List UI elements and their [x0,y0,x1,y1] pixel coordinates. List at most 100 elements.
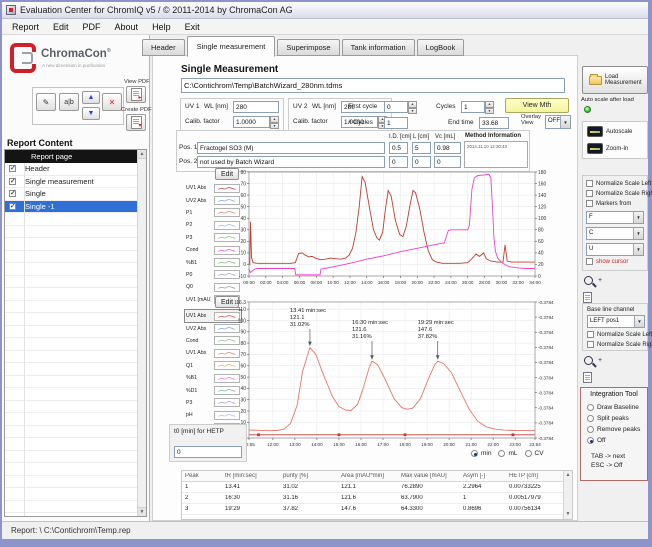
move-down-button[interactable]: ▼ [82,107,100,120]
method-info-box[interactable]: 2014.11.10 12:20:43 [464,141,528,168]
scroll-up-icon[interactable]: ▲ [564,471,572,480]
markers-from-checkbox[interactable]: Markers from [586,200,631,207]
marker-dropdown-f[interactable]: F▼ [586,211,644,224]
peak-table-row-1[interactable]: 113.4131.02121.176.28902.29640.00733225 [182,482,572,493]
first-cycle-spinner[interactable]: ▲▼ [408,101,417,113]
checkbox-icon[interactable] [586,200,593,207]
show-cursor-checkbox[interactable]: show cursor [586,258,628,265]
pos2-column-input[interactable] [197,156,385,168]
channel-row-cond[interactable]: Cond [185,244,241,256]
channel-row-uv2-abs[interactable]: UV2 Abs [185,194,241,206]
report-table-scrollbar[interactable]: ▲▼ [137,150,146,516]
checkbox-icon[interactable] [587,341,594,348]
load-measurement-button[interactable]: Load Measurement [582,66,648,94]
channel-row-uv1-abs[interactable]: UV1 Abs [185,182,241,194]
integration-radio-remove-peaks[interactable]: Remove peaks [587,426,640,433]
report-row-single-measurement[interactable]: Single measurement [5,176,146,189]
uv1-calib-input[interactable] [233,116,270,128]
num-cycles-input[interactable] [384,117,408,129]
cycles-input[interactable] [461,101,485,113]
menu-pdf[interactable]: PDF [76,20,108,34]
menu-help[interactable]: Help [145,20,178,34]
channel-row-p1[interactable]: P1 [185,207,241,219]
checkbox-icon[interactable] [586,190,593,197]
pos2-length-input[interactable] [412,156,431,168]
radio-icon[interactable] [587,404,594,411]
pos1-column-input[interactable] [197,142,385,154]
pos1-id-input[interactable] [389,142,408,154]
marker-dropdown-u[interactable]: U▼ [586,243,644,256]
cycles-spinner[interactable]: ▲▼ [485,101,494,113]
menu-about[interactable]: About [108,20,146,34]
end-time-input[interactable] [479,117,509,129]
scroll-down-icon[interactable]: ▼ [138,507,146,516]
chevron-down-icon[interactable]: ▼ [633,228,643,239]
menu-report[interactable]: Report [5,20,46,34]
create-pdf-button[interactable] [126,114,146,131]
uv1-calib-spinner[interactable]: ▲▼ [270,116,279,128]
channel-row-uv1-abs[interactable]: UV1 Abs [185,310,241,322]
channel-row-p0[interactable]: P0 [185,269,241,281]
radio-icon[interactable] [587,437,594,444]
auto-scale-led-indicator[interactable] [584,106,591,113]
tab-header[interactable]: Header [142,39,185,56]
checkbox-icon[interactable] [587,331,594,338]
tab-single-measurement[interactable]: Single measurement [187,36,276,57]
report-row-single[interactable]: Single [5,188,146,201]
tab-tank-information[interactable]: Tank information [342,39,415,56]
peak-table-scrollbar[interactable]: ▲▼ [563,471,572,519]
measurement-path-input[interactable] [181,78,565,93]
menu-exit[interactable]: Exit [178,20,207,34]
baseline-channel-dropdown[interactable]: LEFT pos1▼ [587,315,645,328]
pos2-id-input[interactable] [389,156,408,168]
radio-icon[interactable] [587,415,594,422]
pos1-length-input[interactable] [412,142,431,154]
chromatogram-zoom-chart[interactable]: 116.3110100908070605040302010-3.815-0.37… [235,298,579,456]
copy-page-tool[interactable] [583,370,592,388]
integration-radio-draw-baseline[interactable]: Draw Baseline [587,404,640,411]
channel-row-b1[interactable]: %B1 [185,256,241,268]
unit-radio-ml[interactable]: mL [498,450,517,457]
scroll-down-icon[interactable]: ▼ [564,510,572,519]
chevron-down-icon[interactable]: ▼ [560,116,570,128]
report-row-header[interactable]: Header [5,163,146,176]
uv1-wl-input[interactable] [233,101,279,113]
chevron-down-icon[interactable]: ▼ [633,244,643,255]
checkbox-icon[interactable] [586,180,593,187]
unit-radio-min[interactable]: min [471,450,491,457]
chromatogram-full-chart[interactable]: 80706050403020100-1018016014012010080604… [235,168,579,298]
normalize-scale-right-checkbox[interactable]: Normalize Scale Right [587,341,652,348]
pos2-volume-input[interactable] [434,156,461,168]
normalize-scale-left-checkbox[interactable]: Normalize Scale Left [587,331,652,338]
view-mth-button[interactable]: View Mth [505,98,569,113]
channel-row-p3[interactable]: P3 [185,232,241,244]
pos1-volume-input[interactable] [434,142,461,154]
move-up-button[interactable]: ▲ [82,91,100,104]
zoom-in-button[interactable]: Zoom-In [587,143,628,154]
integration-radio-off[interactable]: Off [587,437,640,444]
channel-row-d1[interactable]: %D1 [185,384,241,396]
channel-row-uv2-abs[interactable]: UV2 Abs [185,322,241,334]
channel-row-q0[interactable]: Q0 [185,281,241,293]
channel-row-cond[interactable]: Cond [185,335,241,347]
radio-icon[interactable] [525,450,532,457]
t0-input[interactable] [174,446,242,458]
peak-table-row-3[interactable]: 319:2937.82147.664.33000.86960.00756134 [182,504,572,515]
channel-row-p2[interactable]: P2 [185,219,241,231]
delete-page-button[interactable]: ✕ [102,93,122,111]
checkbox-icon[interactable] [586,258,593,265]
channel-row-p3[interactable]: P3 [185,397,241,409]
menu-edit[interactable]: Edit [46,20,76,34]
report-row-checkbox[interactable] [9,203,16,210]
rename-ab-button[interactable]: a|b [59,93,79,111]
channel-row-q1[interactable]: Q1 [185,360,241,372]
chevron-down-icon[interactable]: ▼ [634,316,644,327]
channel-row-b1[interactable]: %B1 [185,372,241,384]
autoscale-button[interactable]: Autoscale [587,126,632,137]
first-cycle-input[interactable] [384,101,408,113]
tab-logbook[interactable]: LogBook [417,39,465,56]
chevron-down-icon[interactable]: ▼ [633,212,643,223]
normalize-scale-right-checkbox[interactable]: Normalize Scale Right [586,190,652,197]
channel-row-ph[interactable]: pH [185,409,241,421]
unit-radio-cv[interactable]: CV [525,450,544,457]
